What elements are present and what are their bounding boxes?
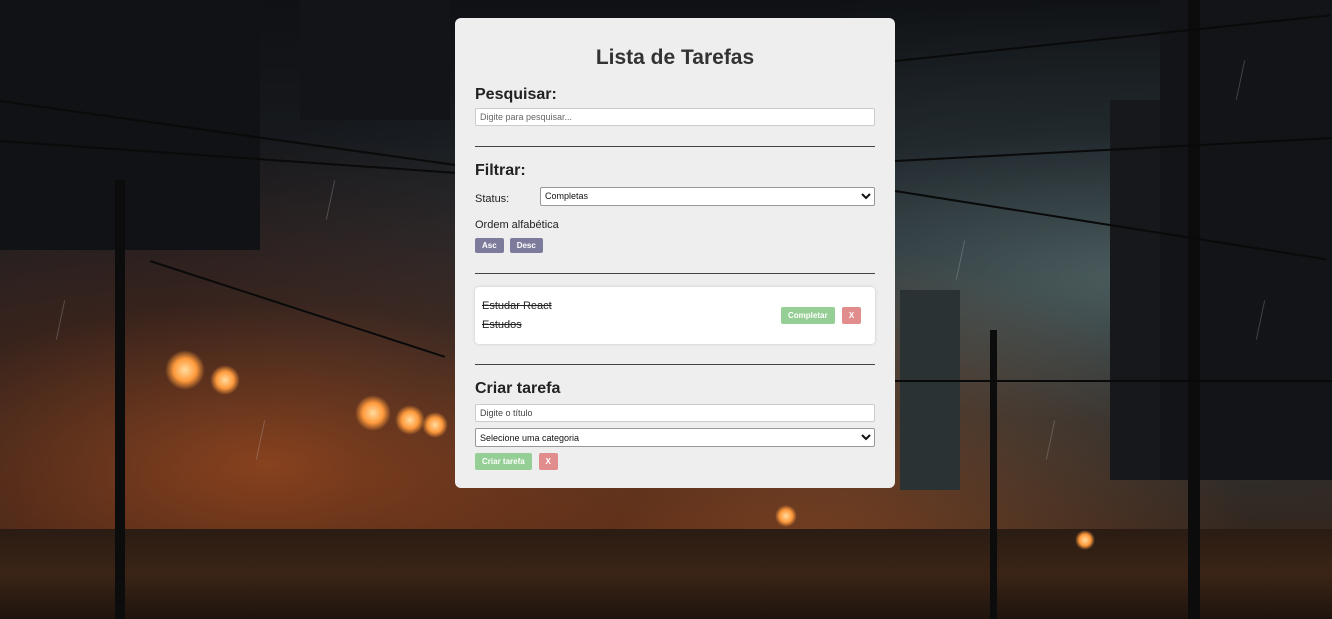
todo-card: Lista de Tarefas Pesquisar: Filtrar: Sta… (455, 18, 895, 488)
search-heading: Pesquisar: (475, 86, 557, 103)
create-heading: Criar tarefa (475, 380, 561, 397)
create-actions: Criar tarefa X (475, 453, 875, 470)
sort-buttons: Asc Desc (475, 238, 875, 253)
search-input[interactable] (475, 108, 875, 126)
status-select[interactable]: Completas (540, 186, 875, 206)
create-task-button[interactable]: Criar tarefa (475, 453, 532, 470)
task-title-input[interactable] (475, 404, 875, 422)
divider (475, 146, 875, 147)
task-category: Estudos (482, 319, 522, 331)
filter-heading: Filtrar: (475, 162, 526, 179)
complete-task-button[interactable]: Completar (781, 307, 835, 324)
delete-task-button[interactable]: X (842, 307, 861, 324)
sort-asc-button[interactable]: Asc (475, 238, 504, 253)
divider (475, 273, 875, 274)
status-label: Status: (475, 193, 510, 205)
task-item: Estudar React Estudos Completar X (475, 287, 875, 344)
status-filter-row: Status: Completas (475, 186, 875, 206)
task-title: Estudar React (482, 300, 552, 312)
sort-desc-button[interactable]: Desc (509, 238, 543, 253)
divider (475, 364, 875, 365)
cancel-create-button[interactable]: X (538, 453, 558, 470)
category-select[interactable]: Selecione uma categoria (475, 428, 875, 447)
page-title: Lista de Tarefas (595, 46, 755, 69)
order-label: Ordem alfabética (475, 219, 559, 231)
